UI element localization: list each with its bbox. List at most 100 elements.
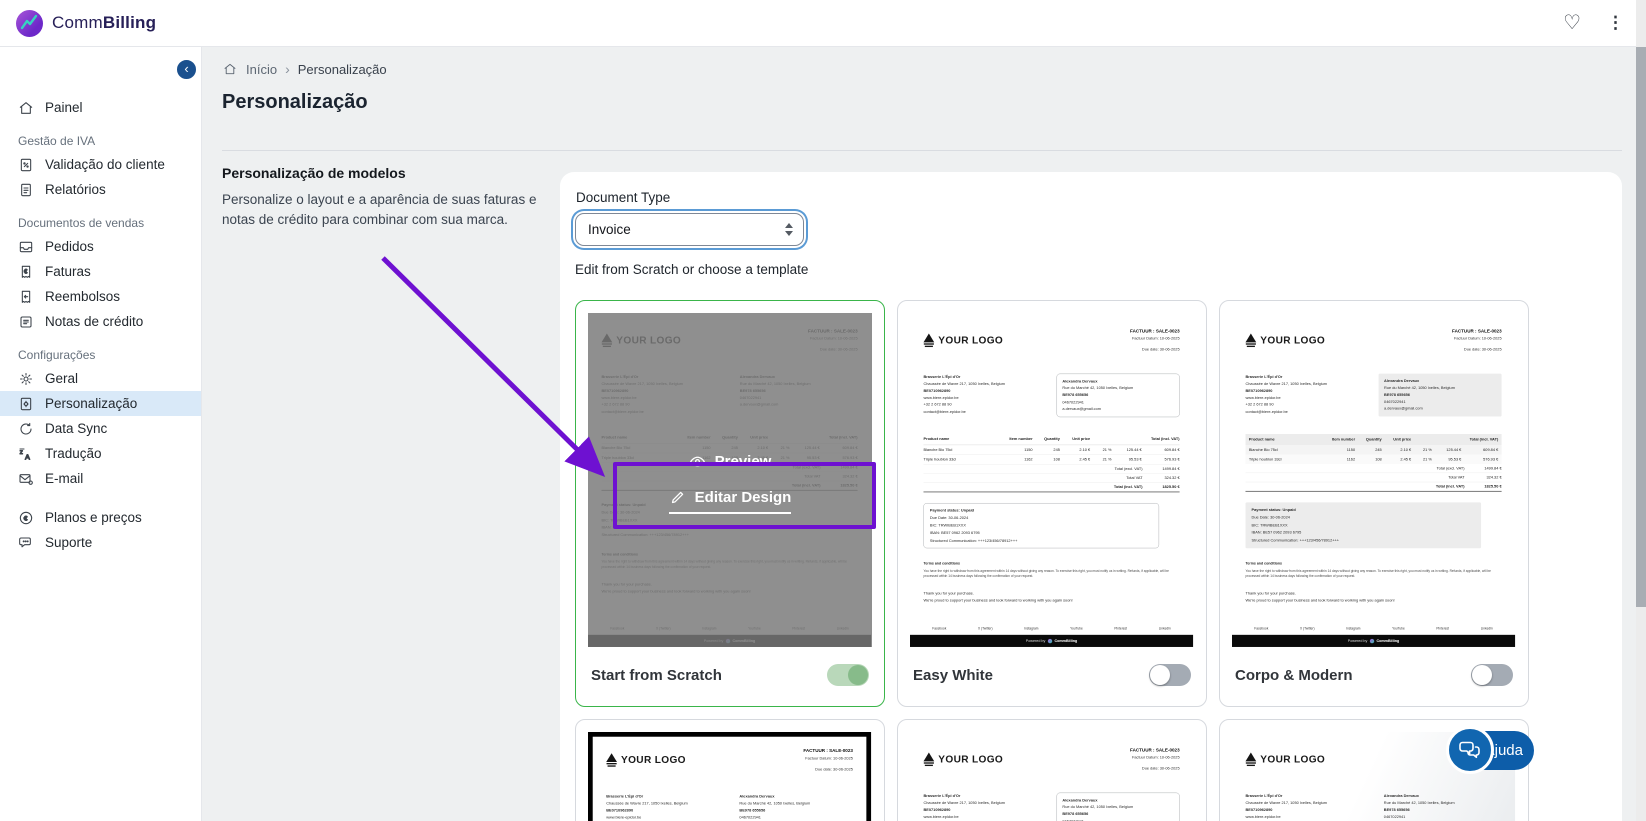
invoice-logo: YOUR LOGO [923,327,1003,353]
doc-percent-icon [18,157,34,173]
invoice-logo: YOUR LOGO [923,746,1003,772]
app-logo[interactable]: CommBilling [16,10,156,37]
template-card-corpo-modern[interactable]: YOUR LOGO FACTUUR : SALE-0023 Factuur Da… [1219,300,1529,707]
template-preview[interactable]: YOUR LOGO FACTUUR : SALE-0023 Factuur Da… [910,313,1194,647]
triangle-logo-icon [606,753,617,766]
templates-panel: Document Type Invoice Edit from Scratch … [560,172,1622,821]
template-preview[interactable]: YOUR LOGO FACTUUR : SALE-0023 Factuur Da… [588,732,872,821]
invoice-number: FACTUUR : SALE-0023 [803,747,853,755]
triangle-logo-icon [923,333,934,346]
sidebar-item-label: Geral [45,371,78,386]
receipt-refund-icon [18,289,34,305]
help-chat-icon[interactable] [1446,726,1494,774]
invoice-header-meta: FACTUUR : SALE-0023 Factuur Datum: 10-06… [803,747,853,773]
kebab-menu-icon[interactable]: ⋮ [1607,13,1624,33]
edit-design-button-label: Editar Design [695,489,792,506]
mail-gear-icon [18,471,34,487]
breadcrumb-separator: › [285,61,290,77]
page-title: Personalização [222,91,368,114]
invoice-due-date: Due date: 30-06-2025 [1130,765,1180,772]
invoice-addresses: Brasserie L'Épi d'Or Chaussée de Wavre 2… [1245,374,1501,417]
template-toggle[interactable] [1149,664,1191,686]
template-card-partial-3[interactable]: YOUR LOGO FACTUUR : SALE-0023 Factuur Da… [575,719,885,821]
intro-heading: Personalização de modelos [222,165,557,181]
sidebar-item-data-sync[interactable]: Data Sync [0,416,201,441]
social-link-x-twitter: X (Twitter) [978,627,993,631]
invoice-table-row: Triple houblon 33cl11621082.45 €21 %95.5… [923,455,1179,465]
invoice-preview-document: YOUR LOGO FACTUUR : SALE-0023 Factuur Da… [910,313,1193,647]
triangle-logo-icon [923,752,934,765]
sidebar-item-notas-de-credito[interactable]: Notas de crédito [0,309,201,334]
invoice-header-meta: FACTUUR : SALE-0023 Factuur Datum: 10-06… [1130,327,1180,353]
preview-button[interactable]: Preview [689,453,772,470]
sidebar-item-e-mail[interactable]: E-mail [0,466,201,491]
edit-design-button[interactable]: Editar Design [669,489,792,514]
eye-icon [689,453,706,470]
template-toggle[interactable] [1471,664,1513,686]
breadcrumb-home[interactable]: Início [246,62,277,77]
triangle-logo-icon [1245,752,1256,765]
invoice-logo: YOUR LOGO [1245,327,1325,353]
template-card-partial-4[interactable]: YOUR LOGO FACTUUR : SALE-0023 Factuur Da… [897,719,1207,821]
sidebar-item-label: E-mail [45,471,83,486]
scrollbar-track[interactable] [1636,0,1646,821]
social-link-instagram: Instagram [1346,627,1360,631]
sidebar-nav: PainelGestão de IVAValidação do clienteR… [0,47,202,821]
invoice-table-row: Blanche Bio 75cl11502452.10 €21 %125.44 … [1245,445,1501,454]
invoice-seller-block: Brasserie L'Épi d'Or Chaussée de Wavre 2… [1245,793,1363,821]
invoice-client-block: Alexandra Dervaux Rue du Marché 42, 1050… [739,793,852,821]
translate-icon [18,446,34,462]
invoice-powered-bar: Powered byCommBilling [910,635,1193,647]
pencil-icon [669,489,686,506]
invoice-terms: Terms and conditions You have the right … [1245,561,1501,579]
euro-circle-icon [18,510,34,526]
invoice-header-meta: FACTUUR : SALE-0023 Factuur Datum: 10-06… [1452,327,1502,353]
sidebar-item-validacao-do-cliente[interactable]: Validação do cliente [0,152,201,177]
toggle-knob [848,665,868,685]
invoice-footer: FacebookX (Twitter)InstagramYouTubePinte… [923,627,1179,647]
invoice-seller-block: Brasserie L'Épi d'Or Chaussée de Wavre 2… [923,374,1041,418]
template-preview[interactable]: YOUR LOGO FACTUUR : SALE-0023 Factuur Da… [910,732,1194,821]
sidebar-item-painel[interactable]: Painel [0,95,201,120]
invoice-header: YOUR LOGO FACTUUR : SALE-0023 Factuur Da… [1245,327,1501,353]
breadcrumb-current: Personalização [298,62,387,77]
invoice-header: YOUR LOGO FACTUUR : SALE-0023 Factuur Da… [606,747,853,773]
sidebar-item-relatorios[interactable]: Relatórios [0,177,201,202]
document-type-select[interactable]: Invoice [575,213,804,246]
invoice-header: YOUR LOGO FACTUUR : SALE-0023 Factuur Da… [923,746,1179,772]
invoice-client-block: Alexandra Dervaux Rue du Marché 42, 1050… [1057,793,1180,821]
sidebar-collapse-button[interactable]: ‹ [175,58,198,81]
invoice-seller-block: Brasserie L'Épi d'Or Chaussée de Wavre 2… [606,793,719,821]
sidebar-item-traducao[interactable]: Tradução [0,441,201,466]
invoice-table-row: Product nameItem numberQuantityUnit pric… [923,435,1179,445]
invoice-total-row: Total (incl. VAT)1825.50 € [1245,482,1501,491]
document-type-label: Document Type [576,190,1607,205]
sidebar-item-geral[interactable]: Geral [0,366,201,391]
sidebar-item-pedidos[interactable]: Pedidos [0,234,201,259]
sidebar-item-planos-e-precos[interactable]: Planos e preços [0,505,201,530]
sidebar-item-faturas[interactable]: Faturas [0,259,201,284]
sidebar-item-reembolsos[interactable]: Reembolsos [0,284,201,309]
template-name: Easy White [913,667,993,684]
invoice-header-meta: FACTUUR : SALE-0023 Factuur Datum: 10-06… [1130,746,1180,772]
invoice-date: Factuur Datum: 10-06-2025 [1130,754,1180,761]
template-toggle[interactable] [827,664,869,686]
sidebar-item-label: Pedidos [45,239,94,254]
favorites-heart-icon[interactable]: ♡ [1563,13,1581,33]
invoice-due-date: Due date: 30-06-2025 [1452,346,1502,353]
brand-dot-icon [1370,639,1374,643]
template-preview[interactable]: YOUR LOGO FACTUUR : SALE-0023 Factuur Da… [588,313,872,647]
sidebar-item-personalizacao[interactable]: Personalização [0,391,201,416]
template-hover-overlay: Preview Editar Design [588,313,872,647]
sidebar-item-suporte[interactable]: Suporte [0,530,201,555]
social-link-facebook: Facebook [932,627,946,631]
template-preview[interactable]: YOUR LOGO FACTUUR : SALE-0023 Factuur Da… [1232,313,1516,647]
scrollbar-thumb[interactable] [1636,47,1646,607]
social-link-facebook: Facebook [1254,627,1268,631]
template-card-easy-white[interactable]: YOUR LOGO FACTUUR : SALE-0023 Factuur Da… [897,300,1207,707]
sidebar-item-label: Personalização [45,396,137,411]
header-divider [222,150,1622,151]
toggle-knob [1472,665,1492,685]
sync-icon [18,421,34,437]
template-card-start-from-scratch[interactable]: YOUR LOGO FACTUUR : SALE-0023 Factuur Da… [575,300,885,707]
